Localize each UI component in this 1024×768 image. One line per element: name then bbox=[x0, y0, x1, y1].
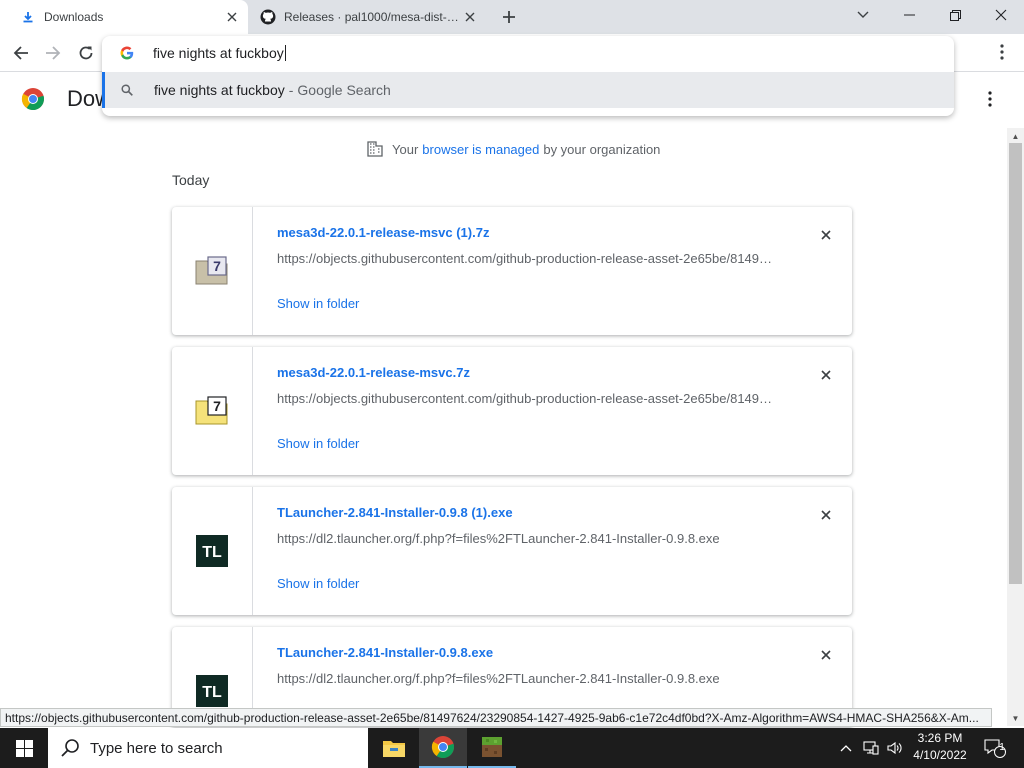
tab-search-chevron-icon[interactable] bbox=[840, 0, 886, 30]
file-explorer-icon[interactable] bbox=[370, 728, 418, 768]
svg-text:TL: TL bbox=[202, 544, 222, 561]
forward-button[interactable] bbox=[40, 40, 66, 66]
scroll-down-arrow-icon[interactable]: ▼ bbox=[1010, 713, 1021, 723]
tray-chevron-up-icon[interactable] bbox=[836, 728, 856, 768]
suggestion-query: five nights at fuckboy bbox=[154, 82, 285, 98]
download-item: 7 mesa3d-22.0.1-release-msvc (1).7z http… bbox=[172, 207, 852, 335]
remove-download-icon[interactable] bbox=[816, 505, 836, 525]
download-url[interactable]: https://dl2.tlauncher.org/f.php?f=files%… bbox=[277, 531, 777, 546]
windows-taskbar: Type here to search 3:26 PM 4/10/2022 1 bbox=[0, 728, 1024, 768]
download-url[interactable]: https://dl2.tlauncher.org/f.php?f=files%… bbox=[277, 671, 777, 686]
svg-text:TL: TL bbox=[202, 684, 222, 701]
downloads-menu-icon[interactable] bbox=[980, 87, 1000, 111]
link-status-bubble: https://objects.githubusercontent.com/gi… bbox=[0, 708, 992, 727]
browser-menu-icon[interactable] bbox=[992, 40, 1012, 64]
taskbar-search-placeholder: Type here to search bbox=[90, 739, 223, 757]
tab-close-icon[interactable] bbox=[222, 7, 242, 27]
download-item: 7 mesa3d-22.0.1-release-msvc.7z https://… bbox=[172, 347, 852, 475]
managed-notice: Your browser is managed by your organiza… bbox=[366, 140, 660, 158]
google-g-icon bbox=[120, 46, 134, 60]
address-bar[interactable]: five nights at fuckboy bbox=[102, 36, 954, 70]
tab-title: Releases · pal1000/mesa-dist-win bbox=[284, 10, 460, 24]
building-icon bbox=[367, 141, 383, 157]
network-icon[interactable] bbox=[860, 728, 882, 768]
download-url[interactable]: https://objects.githubusercontent.com/gi… bbox=[277, 391, 777, 406]
notification-center-icon[interactable]: 1 bbox=[980, 728, 1010, 768]
download-filename[interactable]: mesa3d-22.0.1-release-msvc (1).7z bbox=[277, 225, 489, 240]
show-in-folder-link[interactable]: Show in folder bbox=[277, 296, 359, 311]
7z-archive-icon: 7 bbox=[195, 396, 228, 425]
chrome-taskbar-icon[interactable] bbox=[419, 728, 467, 768]
tlauncher-icon: TL bbox=[196, 535, 228, 567]
restore-button[interactable] bbox=[932, 0, 978, 30]
remove-download-icon[interactable] bbox=[816, 645, 836, 665]
omnibox-suggestion[interactable]: five nights at fuckboy - Google Search bbox=[102, 72, 954, 108]
scrollbar-thumb[interactable] bbox=[1009, 143, 1022, 584]
tab-strip: Downloads Releases · pal1000/mesa-dist-w… bbox=[0, 0, 1024, 34]
tab-downloads[interactable]: Downloads bbox=[0, 0, 248, 34]
search-icon bbox=[61, 739, 79, 757]
close-window-button[interactable] bbox=[978, 0, 1024, 30]
download-item: TL TLauncher-2.841-Installer-0.9.8 (1).e… bbox=[172, 487, 852, 615]
search-icon bbox=[120, 83, 134, 97]
managed-link[interactable]: browser is managed bbox=[422, 142, 539, 157]
download-filename[interactable]: mesa3d-22.0.1-release-msvc.7z bbox=[277, 365, 470, 380]
download-icon bbox=[20, 9, 36, 25]
managed-suffix: by your organization bbox=[543, 141, 661, 157]
chrome-logo-icon bbox=[21, 88, 44, 111]
omnibox-input[interactable]: five nights at fuckboy bbox=[153, 45, 284, 61]
show-in-folder-link[interactable]: Show in folder bbox=[277, 436, 359, 451]
remove-download-icon[interactable] bbox=[816, 365, 836, 385]
windows-start-icon[interactable] bbox=[0, 728, 48, 768]
suggestion-source: Google Search bbox=[297, 82, 391, 98]
clock-time: 3:26 PM bbox=[917, 731, 963, 745]
tab-close-icon[interactable] bbox=[460, 7, 480, 27]
tab-title: Downloads bbox=[44, 10, 104, 24]
omnibox-dropdown: five nights at fuckboy five nights at fu… bbox=[102, 36, 954, 116]
text-caret bbox=[284, 45, 286, 61]
reload-button[interactable] bbox=[73, 40, 99, 66]
date-section-header: Today bbox=[172, 172, 210, 188]
download-url[interactable]: https://objects.githubusercontent.com/gi… bbox=[277, 251, 777, 266]
volume-icon[interactable] bbox=[884, 728, 906, 768]
download-filename[interactable]: TLauncher-2.841-Installer-0.9.8 (1).exe bbox=[277, 505, 513, 520]
notification-count: 1 bbox=[999, 742, 1005, 753]
managed-prefix: Your bbox=[392, 141, 419, 157]
back-button[interactable] bbox=[8, 40, 34, 66]
download-filename[interactable]: TLauncher-2.841-Installer-0.9.8.exe bbox=[277, 645, 493, 660]
show-in-folder-link[interactable]: Show in folder bbox=[277, 576, 359, 591]
svg-text:7: 7 bbox=[213, 398, 221, 414]
suggestion-separator: - bbox=[288, 82, 294, 98]
new-tab-button[interactable] bbox=[498, 6, 520, 28]
minecraft-icon[interactable] bbox=[468, 728, 516, 768]
svg-text:7: 7 bbox=[213, 258, 221, 274]
remove-download-icon[interactable] bbox=[816, 225, 836, 245]
scroll-up-arrow-icon[interactable]: ▲ bbox=[1010, 131, 1021, 141]
taskbar-clock[interactable]: 3:26 PM 4/10/2022 bbox=[904, 730, 976, 766]
tab-releases[interactable]: Releases · pal1000/mesa-dist-win bbox=[250, 0, 486, 34]
taskbar-search-box[interactable]: Type here to search bbox=[48, 728, 368, 768]
7z-archive-icon: 7 bbox=[195, 256, 228, 285]
clock-date: 4/10/2022 bbox=[913, 748, 967, 762]
tlauncher-icon: TL bbox=[196, 675, 228, 707]
minimize-button[interactable] bbox=[886, 0, 932, 30]
github-icon bbox=[260, 9, 276, 25]
